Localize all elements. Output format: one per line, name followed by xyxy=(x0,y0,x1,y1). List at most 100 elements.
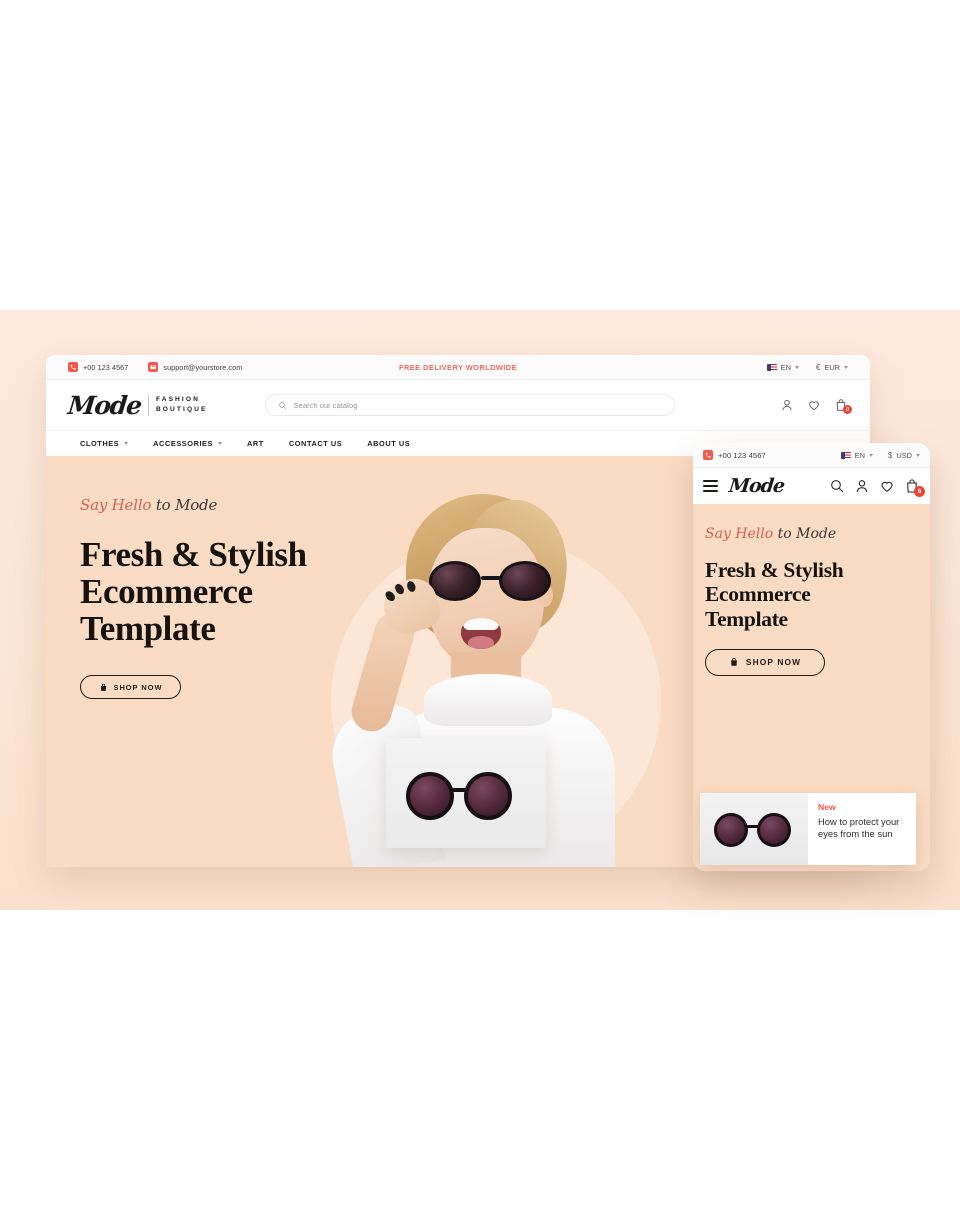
mobile-mockup: +00 123 4567 EN $ USD Mode 6 Say Hello t… xyxy=(693,443,930,871)
currency-symbol: € xyxy=(815,362,821,372)
cart-bag-icon[interactable]: 0 xyxy=(834,398,852,414)
currency-selector[interactable]: € EUR xyxy=(816,363,848,372)
currency-label: EUR xyxy=(824,362,840,372)
mail-icon xyxy=(148,362,159,372)
hero-eyebrow-part2: to xyxy=(155,496,176,514)
hero-heading-line2: Ecommerce xyxy=(80,572,253,612)
shop-now-label: SHOP NOW xyxy=(113,682,163,692)
mobile-topbar-phone-text: +00 123 4567 xyxy=(718,450,766,460)
topbar-phone-text: +00 123 4567 xyxy=(83,362,129,372)
logo-tagline-line2: BOUTIQUE xyxy=(155,406,208,413)
logo-wordmark: Mode xyxy=(66,390,143,420)
mobile-hero-heading-line2: Ecommerce xyxy=(705,582,811,607)
mobile-currency-label: USD xyxy=(896,450,912,460)
desktop-topbar: +00 123 4567 support@yourstore.com FREE … xyxy=(46,355,870,380)
us-flag-icon xyxy=(840,451,851,459)
hero-eyebrow: Say Hello to Mode xyxy=(80,496,380,514)
mobile-site-logo[interactable]: Mode xyxy=(728,475,785,497)
mobile-hero-heading-line1: Fresh & Stylish xyxy=(705,558,844,582)
wishlist-heart-icon[interactable] xyxy=(807,398,821,412)
mobile-hero-eyebrow-part3: Mode xyxy=(796,526,837,542)
nav-item-art[interactable]: ART xyxy=(247,439,264,448)
mobile-header-actions: 6 xyxy=(829,478,925,497)
mobile-language-selector[interactable]: EN xyxy=(840,450,873,460)
header-actions: 0 xyxy=(780,398,852,414)
mobile-hero-banner: Say Hello to Mode Fresh & Stylish Ecomme… xyxy=(693,504,930,871)
hero-eyebrow-part1: Say Hello xyxy=(80,496,156,514)
mobile-topbar-phone[interactable]: +00 123 4567 xyxy=(703,450,766,460)
account-icon[interactable] xyxy=(854,478,870,494)
mobile-article-card[interactable]: New How to protect your eyes from the su… xyxy=(700,793,916,865)
mobile-hero-heading: Fresh & Stylish Ecommerce Template xyxy=(705,558,890,631)
nav-label: ABOUT US xyxy=(367,439,411,448)
mobile-hero-eyebrow-part2: to xyxy=(777,526,797,542)
logo-tagline-line1: FASHION xyxy=(155,396,200,404)
phone-icon xyxy=(68,362,78,372)
topbar-promo-text: FREE DELIVERY WORLDWIDE xyxy=(399,362,517,372)
hero-heading-line3: Template xyxy=(80,609,216,649)
mobile-hero-eyebrow-part1: Say Hello xyxy=(705,526,778,542)
mobile-article-title-line2: eyes from the sun xyxy=(818,828,893,840)
hamburger-menu-icon[interactable] xyxy=(703,480,718,492)
hero-heading: Fresh & Stylish Ecommerce Template xyxy=(80,536,380,647)
mobile-currency-selector[interactable]: $ USD xyxy=(888,451,920,460)
topbar-right-group: EN € EUR xyxy=(766,362,848,372)
search-placeholder: Search our catalog xyxy=(293,400,358,410)
hero-eyebrow-part3: Mode xyxy=(175,496,218,514)
chevron-down-icon xyxy=(794,365,799,369)
hero-product-card[interactable] xyxy=(386,738,546,848)
nav-item-accessories[interactable]: ACCESSORIES xyxy=(153,439,223,448)
site-logo[interactable]: Mode FASHION BOUTIQUE xyxy=(66,390,208,420)
wishlist-heart-icon[interactable] xyxy=(879,478,895,494)
hero-copy: Say Hello to Mode Fresh & Stylish Ecomme… xyxy=(80,496,380,700)
cart-bag-icon[interactable]: 6 xyxy=(904,478,925,497)
mobile-hero-copy: Say Hello to Mode Fresh & Stylish Ecomme… xyxy=(705,526,890,676)
phone-icon xyxy=(703,450,713,460)
search-input[interactable]: Search our catalog xyxy=(264,394,675,416)
shop-now-button[interactable]: SHOP NOW xyxy=(80,675,181,700)
logo-divider xyxy=(147,394,149,416)
mobile-currency-symbol: $ xyxy=(887,450,893,460)
nav-item-about-us[interactable]: ABOUT US xyxy=(367,439,410,448)
topbar-phone[interactable]: +00 123 4567 xyxy=(68,362,128,372)
search-icon xyxy=(278,401,286,409)
nav-label: ACCESSORIES xyxy=(153,439,214,448)
mobile-shop-now-label: SHOP NOW xyxy=(745,657,802,668)
nav-item-contact-us[interactable]: CONTACT US xyxy=(289,439,342,448)
language-selector[interactable]: EN xyxy=(766,362,799,372)
us-flag-icon xyxy=(766,363,777,371)
nav-label: CONTACT US xyxy=(288,439,343,448)
cart-count-badge: 0 xyxy=(843,405,852,414)
chevron-down-icon xyxy=(916,453,920,457)
search-icon[interactable] xyxy=(829,478,845,494)
sunglasses-product-image xyxy=(386,738,546,848)
mobile-hero-heading-line3: Template xyxy=(705,606,788,631)
mobile-shop-now-button[interactable]: SHOP NOW xyxy=(705,648,825,676)
logo-tagline: FASHION BOUTIQUE xyxy=(156,395,208,414)
shopping-bag-icon xyxy=(100,683,106,691)
chevron-down-icon xyxy=(844,365,848,369)
sunglasses-product-image xyxy=(700,793,808,865)
nav-label: ART xyxy=(247,439,264,448)
mobile-hero-eyebrow: Say Hello to Mode xyxy=(705,526,890,542)
nav-item-clothes[interactable]: CLOTHES xyxy=(80,439,129,448)
chevron-down-icon xyxy=(868,453,873,457)
cart-count-badge: 6 xyxy=(914,486,925,497)
chevron-down-icon xyxy=(124,442,129,445)
mobile-language-label: EN xyxy=(854,450,865,460)
chevron-down-icon xyxy=(218,442,223,445)
nav-label: CLOTHES xyxy=(80,439,120,448)
status-badge: New xyxy=(818,802,836,812)
shopping-bag-icon xyxy=(730,658,737,667)
mobile-header: Mode 6 xyxy=(693,468,930,504)
mobile-article-title-line1: How to protect your xyxy=(818,816,900,827)
model-sunglasses xyxy=(429,561,551,601)
mobile-topbar: +00 123 4567 EN $ USD xyxy=(693,443,930,468)
mobile-article-card-body: New How to protect your eyes from the su… xyxy=(808,793,916,865)
account-icon[interactable] xyxy=(780,398,794,412)
topbar-email[interactable]: support@yourstore.com xyxy=(148,362,242,372)
mobile-article-title: How to protect your eyes from the sun xyxy=(818,816,906,841)
language-label: EN xyxy=(780,362,791,372)
mobile-topbar-right-group: EN $ USD xyxy=(840,450,920,460)
hero-heading-line1: Fresh & Stylish xyxy=(80,535,307,574)
